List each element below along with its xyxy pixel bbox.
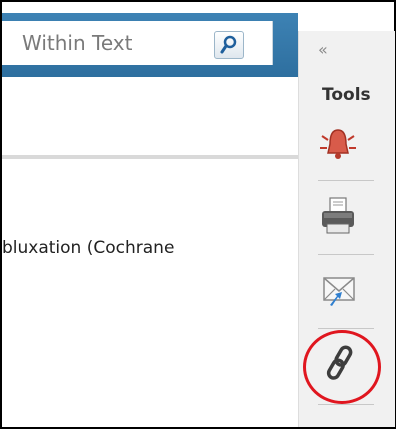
alert-icon: [320, 129, 356, 159]
print-button[interactable]: [320, 196, 356, 240]
collapse-panel-button[interactable]: «: [318, 40, 328, 59]
search-button[interactable]: [214, 31, 244, 59]
search-placeholder: Within Text: [22, 31, 133, 55]
tool-separator: [318, 180, 374, 181]
tool-separator: [318, 254, 374, 255]
content-divider: [2, 155, 298, 159]
search-icon: [220, 35, 237, 54]
tool-separator: [318, 404, 374, 405]
alert-button[interactable]: [320, 126, 356, 166]
highlight-circle: [303, 330, 381, 404]
article-title-fragment: bluxation (Cochrane: [2, 238, 175, 258]
tools-title: Tools: [322, 85, 371, 105]
email-button[interactable]: [320, 272, 358, 312]
print-icon: [322, 197, 354, 234]
tool-separator: [318, 328, 374, 329]
email-icon: [323, 277, 355, 306]
